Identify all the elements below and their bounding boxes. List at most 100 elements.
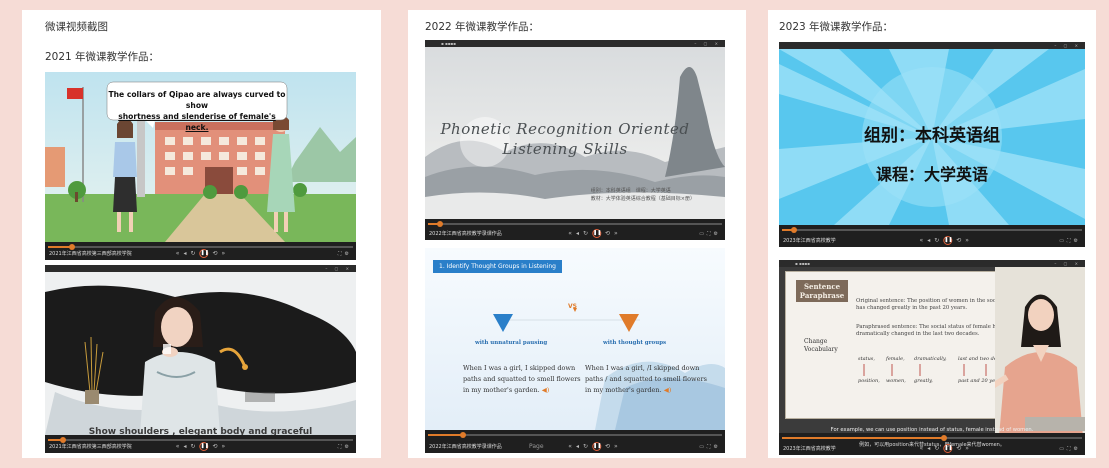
page-label: Page: [529, 443, 544, 450]
window-bar: – ▢ ×: [779, 42, 1085, 49]
subtitle-icon[interactable]: ▭: [1059, 238, 1067, 244]
video-player-2023-teacher[interactable]: ▪ ▪▪▪▪ – ▢ × Sentence Paraphrase Change V…: [779, 260, 1085, 455]
rewind-icon[interactable]: «: [568, 230, 572, 237]
window-controls[interactable]: – ▢ ×: [325, 266, 352, 271]
forward-icon[interactable]: »: [965, 445, 969, 452]
settings-icon[interactable]: ⚙: [345, 444, 352, 450]
video-player-2023-title[interactable]: – ▢ × 组别：本科英语组 课程：大学英语 2023年江西省高校教学 «◂ ↻ ❚…: [779, 42, 1085, 247]
year-heading-2021: 2021 年微课教学作品：: [45, 51, 160, 63]
paraphrased-line-1: Paraphrased sentence: The social status …: [856, 324, 1002, 330]
prev-icon[interactable]: ◂: [576, 443, 579, 450]
step-icon[interactable]: ↻: [583, 230, 588, 237]
player-controls: 2021年江西省高校第三西部高校学院 «◂ ↻ ❚❚ ⟲ » ⛶⚙: [45, 435, 356, 453]
rewind-icon[interactable]: «: [920, 237, 924, 244]
settings-icon[interactable]: ⚙: [1074, 238, 1081, 244]
audio-icon[interactable]: ◀): [664, 386, 672, 394]
vocab-bottom-1: position,: [858, 378, 880, 384]
seek-bar[interactable]: [48, 244, 353, 250]
prev-icon[interactable]: ◂: [183, 443, 186, 450]
pause-button[interactable]: ❚❚: [943, 236, 953, 245]
player-controls: 2022年江西省高校教学录课作品 « ◂ ↻ ❚❚ ⟲ » ▭⛶⚙: [425, 219, 725, 240]
player-controls: 例如，可以用position来代替status，用female来代替women。…: [779, 433, 1085, 455]
forward-icon[interactable]: »: [614, 230, 618, 237]
next-icon[interactable]: ⟲: [213, 250, 218, 257]
left-paragraph: When I was a girl, I skipped down paths …: [463, 363, 581, 396]
subtitle-icon[interactable]: ▭: [699, 444, 707, 450]
rewind-icon[interactable]: «: [176, 443, 180, 450]
left-para-line-1: When I was a girl, I skipped down: [463, 364, 576, 372]
rewind-icon[interactable]: «: [920, 445, 924, 452]
next-icon[interactable]: ⟲: [605, 443, 610, 450]
settings-icon[interactable]: ⚙: [1074, 446, 1081, 452]
section-header: 1. Identify Thought Groups in Listening: [433, 260, 562, 273]
step-icon[interactable]: ↻: [583, 443, 588, 450]
year-heading-2022: 2022 年微课教学作品：: [425, 21, 540, 33]
pause-button[interactable]: ❚❚: [943, 444, 953, 453]
landscape-scene: Phonetic Recognition Oriented Listening …: [425, 47, 725, 219]
window-bar: – ▢ ×: [45, 265, 356, 272]
original-line-1: Original sentence: The position of women…: [856, 298, 1006, 304]
rewind-icon[interactable]: «: [176, 250, 180, 257]
pause-button[interactable]: ❚❚: [199, 249, 209, 258]
settings-icon[interactable]: ⚙: [345, 251, 352, 257]
seek-bar[interactable]: [48, 437, 353, 443]
seek-bar[interactable]: [782, 227, 1082, 233]
left-para-text-3: in my mother's garden.: [463, 386, 540, 394]
forward-icon[interactable]: »: [222, 443, 226, 450]
audio-icon[interactable]: ◀): [542, 386, 550, 394]
forward-icon[interactable]: »: [222, 250, 226, 257]
player-title: 2022年江西省高校教学录课作品: [429, 231, 502, 237]
player-right-buttons: ▭⛶⚙: [699, 444, 721, 450]
settings-icon[interactable]: ⚙: [714, 231, 721, 237]
rewind-icon[interactable]: «: [568, 443, 572, 450]
subtitle-icon[interactable]: ▭: [1059, 446, 1067, 452]
window-controls[interactable]: – ▢ ×: [1054, 261, 1081, 266]
year-heading-2023: 2023 年微课教学作品：: [779, 21, 894, 33]
playback-buttons: « ◂ ↻ ❚❚ ⟲ »: [566, 442, 619, 451]
right-para-line-3: in my mother's garden. ◀): [585, 385, 707, 396]
vocab-top-3: dramatically,: [914, 356, 947, 362]
player-right-buttons: ▭⛶⚙: [1059, 446, 1081, 452]
prev-icon[interactable]: ◂: [183, 250, 186, 257]
step-icon[interactable]: ↻: [934, 237, 939, 244]
step-icon[interactable]: ↻: [934, 445, 939, 452]
left-para-line-3: in my mother's garden. ◀): [463, 385, 581, 396]
step-icon[interactable]: ↻: [190, 250, 195, 257]
panel-title: 微课视频截图: [45, 21, 108, 33]
video-player-2021-ink[interactable]: – ▢ × Show shoulders , elegant body and …: [45, 265, 356, 453]
settings-icon[interactable]: ⚙: [714, 444, 721, 450]
video-player-2021-cartoon[interactable]: The collars of Qipao are always curved t…: [45, 72, 356, 260]
seek-bar[interactable]: [428, 432, 722, 438]
window-controls[interactable]: – ▢ ×: [694, 41, 721, 46]
forward-icon[interactable]: »: [965, 237, 969, 244]
prev-icon[interactable]: ◂: [576, 230, 579, 237]
ink-scene: [45, 272, 356, 435]
speech-line-2: shortness and slenderise of female's nec…: [118, 112, 276, 132]
next-icon[interactable]: ⟲: [213, 443, 218, 450]
right-para-text-3: in my mother's garden.: [585, 386, 662, 394]
seek-bar[interactable]: [782, 435, 1082, 441]
video-player-2022-title[interactable]: ▪ ▪▪▪▪ – ▢ × Phonetic Recognition Oriente…: [425, 40, 725, 240]
pause-button[interactable]: ❚❚: [592, 442, 601, 451]
pause-button[interactable]: ❚❚: [592, 229, 601, 238]
panel-2021: 微课视频截图 2021 年微课教学作品： The collars of Qipa…: [22, 10, 381, 458]
vocab-bottom-3: greatly,: [914, 378, 933, 384]
window-controls[interactable]: – ▢ ×: [1054, 43, 1081, 48]
vocab-top-2: female,: [886, 356, 905, 362]
prev-icon[interactable]: ◂: [927, 237, 930, 244]
next-icon[interactable]: ⟲: [605, 230, 610, 237]
vs-label: VS: [568, 303, 577, 310]
video-player-2022-slide[interactable]: 1. Identify Thought Groups in Listening …: [425, 248, 725, 453]
pause-button[interactable]: ❚❚: [199, 442, 209, 451]
next-icon[interactable]: ⟲: [956, 237, 961, 244]
next-icon[interactable]: ⟲: [956, 445, 961, 452]
right-paragraph: When I was a girl, /I skipped down paths…: [585, 363, 707, 396]
step-icon[interactable]: ↻: [190, 443, 195, 450]
seek-bar[interactable]: [428, 221, 722, 227]
teacher-figure: [995, 267, 1085, 437]
forward-icon[interactable]: »: [614, 443, 618, 450]
prev-icon[interactable]: ◂: [927, 445, 930, 452]
course-info-line-2: 教材：大学体验英语综合教程（基础目标×册）: [590, 196, 695, 202]
playback-buttons: «◂ ↻ ❚❚ ⟲ »: [174, 442, 227, 451]
subtitle-icon[interactable]: ▭: [699, 231, 707, 237]
